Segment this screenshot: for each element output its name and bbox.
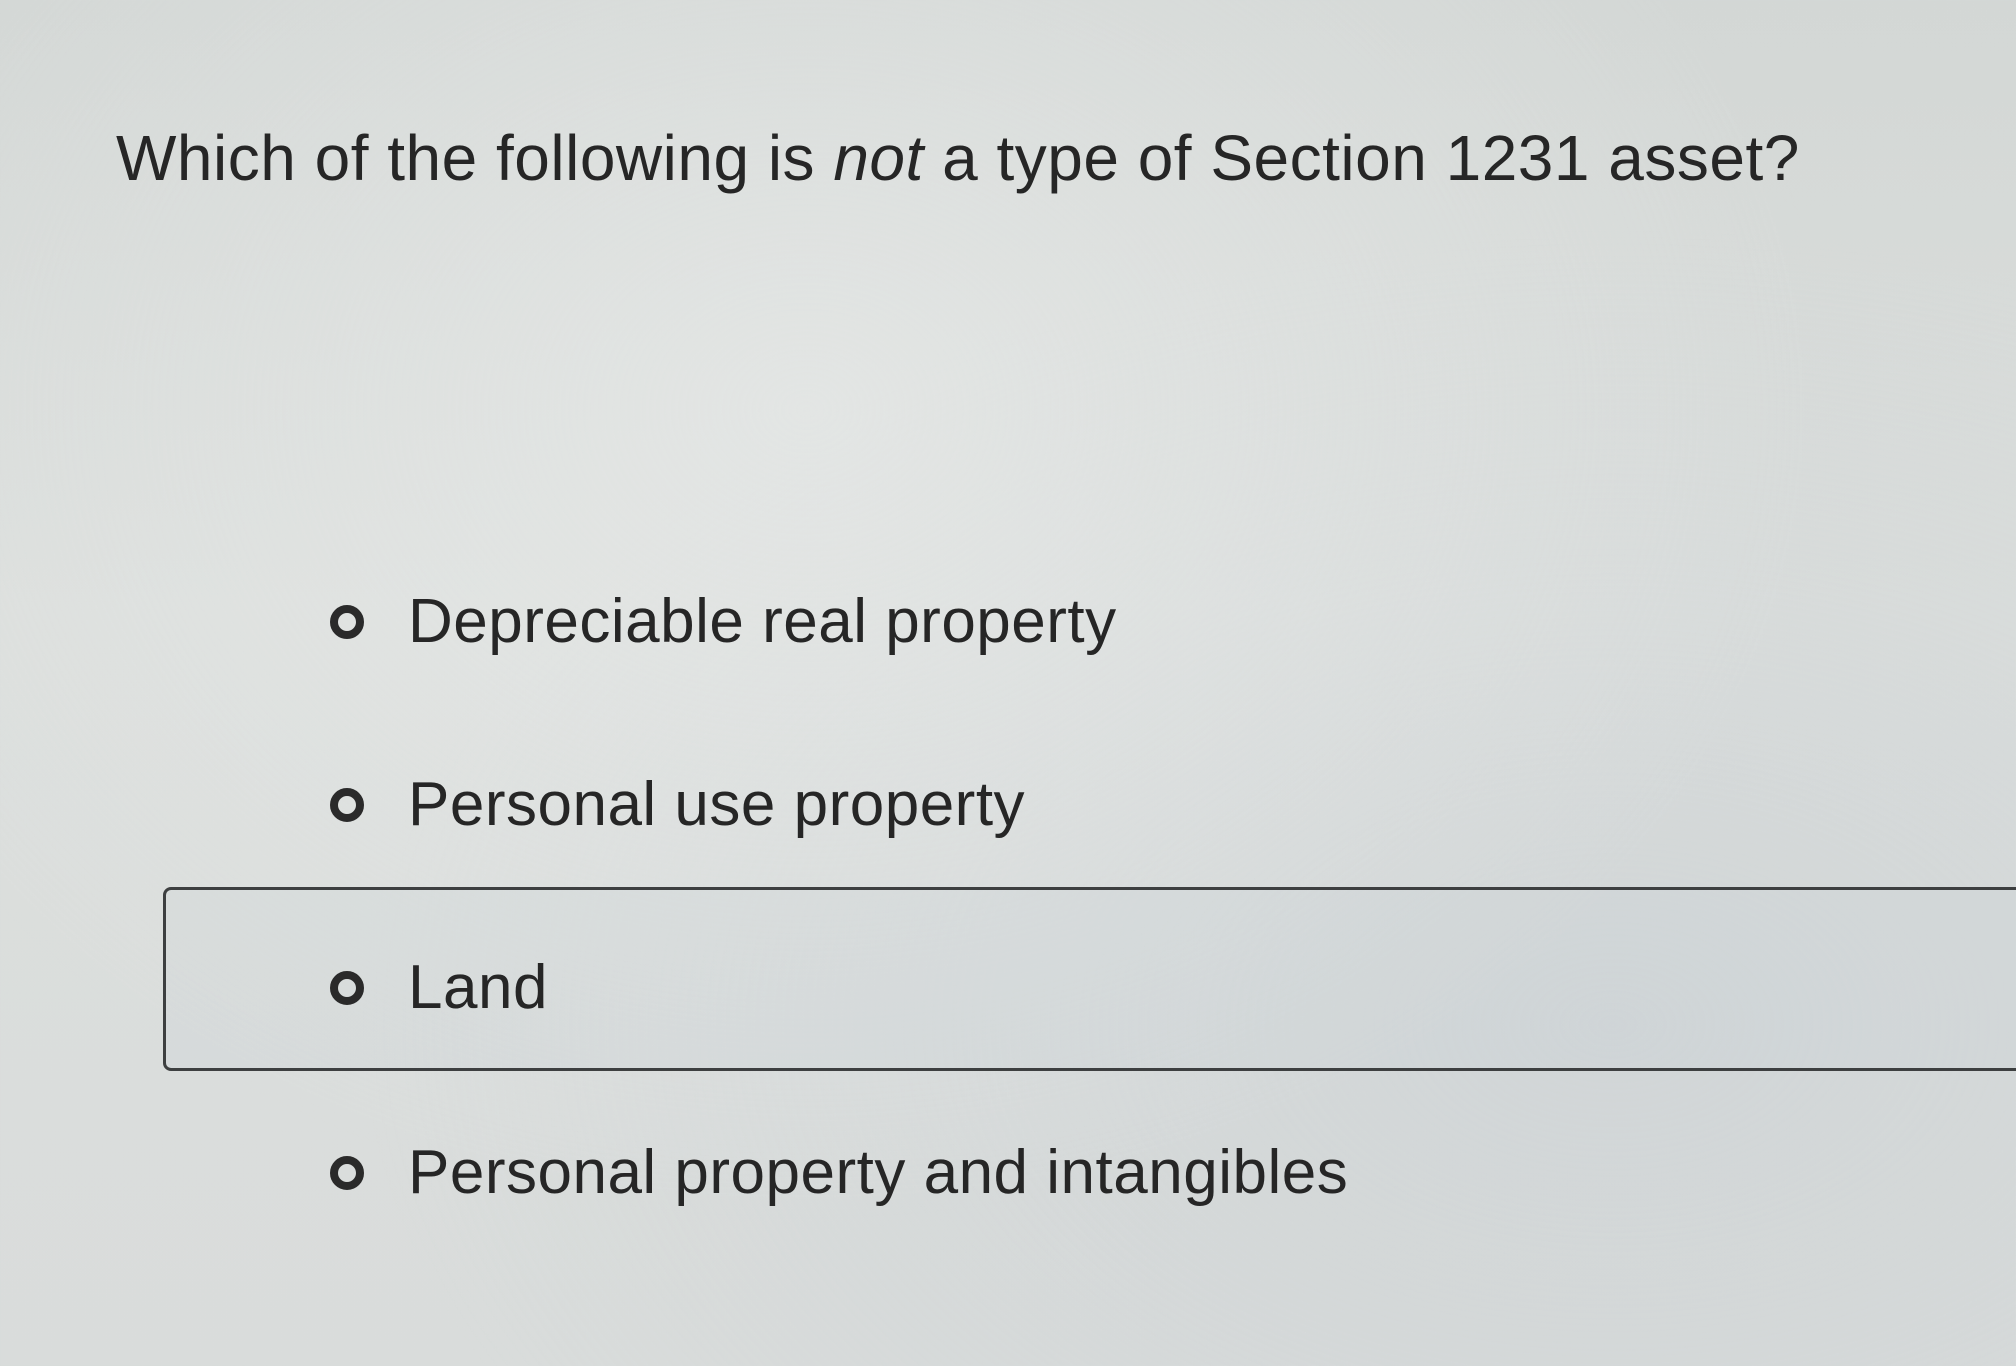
option-label: Personal property and intangibles bbox=[408, 1138, 1349, 1207]
radio-button-icon[interactable] bbox=[330, 788, 364, 822]
answer-options: Depreciable real property Personal use p… bbox=[0, 0, 2016, 1366]
option-depreciable-real-property[interactable]: Depreciable real property bbox=[330, 577, 1117, 667]
radio-button-icon[interactable] bbox=[330, 1156, 364, 1190]
option-personal-use-property[interactable]: Personal use property bbox=[330, 760, 1025, 850]
option-label: Personal use property bbox=[408, 770, 1026, 839]
option-label: Land bbox=[408, 953, 548, 1022]
option-label: Depreciable real property bbox=[408, 587, 1117, 656]
radio-button-icon[interactable] bbox=[330, 971, 364, 1005]
option-personal-property-and-intangibles[interactable]: Personal property and intangibles bbox=[330, 1128, 1348, 1218]
quiz-screen: Which of the following is not a type of … bbox=[0, 0, 2016, 1366]
radio-button-icon[interactable] bbox=[330, 605, 364, 639]
option-land[interactable]: Land bbox=[330, 943, 548, 1033]
